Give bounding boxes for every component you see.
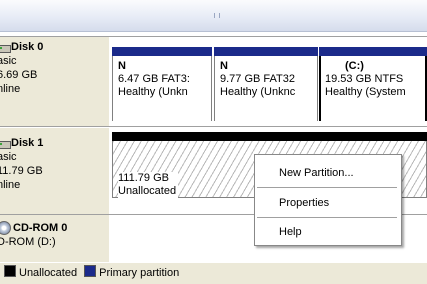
partition-1[interactable]: N 9.77 GB FAT32 Healthy (Unknc <box>214 47 318 121</box>
unallocated-label: Unallocated <box>118 185 177 197</box>
disk-1-label[interactable]: Disk 1 asic 11.79 GB nline <box>0 128 109 214</box>
unallocated-swatch <box>4 265 16 277</box>
disk-status: nline <box>0 83 21 95</box>
disk-size: 11.79 GB <box>0 165 43 177</box>
disk-name: Disk 0 <box>11 41 44 53</box>
window-header <box>0 0 427 32</box>
disk-1-name-row: Disk 1 <box>0 136 109 150</box>
disk-size: 6.69 GB <box>0 69 38 81</box>
menu-separator <box>257 187 397 188</box>
row-divider <box>0 126 427 127</box>
disk-name: CD-ROM 0 <box>13 222 68 234</box>
menu-item-properties[interactable]: Properties <box>279 194 329 212</box>
partition-title: N <box>118 60 126 72</box>
header-grip-icon[interactable] <box>214 13 220 18</box>
disk-type: asic <box>0 151 17 163</box>
disk-0-label[interactable]: Disk 0 asic 6.69 GB nline <box>0 37 109 126</box>
partition-status: Healthy (Unkn <box>118 86 188 98</box>
disk-0-name-row: Disk 0 <box>0 40 109 54</box>
partition-title: N <box>220 60 228 72</box>
cd-drive-icon <box>0 221 11 235</box>
partition-status: Healthy (System <box>325 86 406 98</box>
unallocated-type-bar <box>112 132 427 141</box>
context-menu: New Partition... Properties Help <box>254 154 402 246</box>
partition-body: (C:) 19.53 GB NTFS Healthy (System <box>319 56 427 121</box>
partition-type-bar <box>112 47 212 56</box>
disk-status: nline <box>0 179 21 191</box>
disk-type: D-ROM (D:) <box>0 236 56 248</box>
partition-body: N 6.47 GB FAT3: Healthy (Unkn <box>112 56 212 121</box>
unallocated-info: 111.79 GB Unallocated <box>118 172 179 198</box>
partition-title: (C:) <box>345 60 364 72</box>
legend-bar: Unallocated Primary partition <box>0 262 427 284</box>
partition-status: Healthy (Unknc <box>220 86 296 98</box>
menu-item-help[interactable]: Help <box>279 223 302 241</box>
cdrom-0-label[interactable]: CD-ROM 0 D-ROM (D:) <box>0 215 109 262</box>
partition-type-bar <box>214 47 318 56</box>
legend-primary-partition: Primary partition <box>99 267 180 279</box>
hard-drive-icon <box>0 138 11 149</box>
disk-type: asic <box>0 55 17 67</box>
partition-size: 19.53 GB NTFS <box>325 73 404 85</box>
menu-separator <box>257 217 397 218</box>
partition-type-bar <box>319 47 427 56</box>
menu-item-new-partition[interactable]: New Partition... <box>279 164 354 182</box>
partition-body: N 9.77 GB FAT32 Healthy (Unknc <box>214 56 318 121</box>
partition-2[interactable]: (C:) 19.53 GB NTFS Healthy (System <box>319 47 427 121</box>
partition-size: 9.77 GB FAT32 <box>220 73 296 85</box>
disk-name: Disk 1 <box>11 137 44 149</box>
unallocated-size: 111.79 GB <box>118 172 169 184</box>
partition-size: 6.47 GB FAT3: <box>118 73 190 85</box>
partition-0[interactable]: N 6.47 GB FAT3: Healthy (Unkn <box>112 47 212 121</box>
primary-partition-swatch <box>84 265 97 277</box>
hard-drive-icon <box>0 42 11 53</box>
cdrom-name-row: CD-ROM 0 <box>0 221 109 235</box>
legend-unallocated: Unallocated <box>19 267 78 279</box>
